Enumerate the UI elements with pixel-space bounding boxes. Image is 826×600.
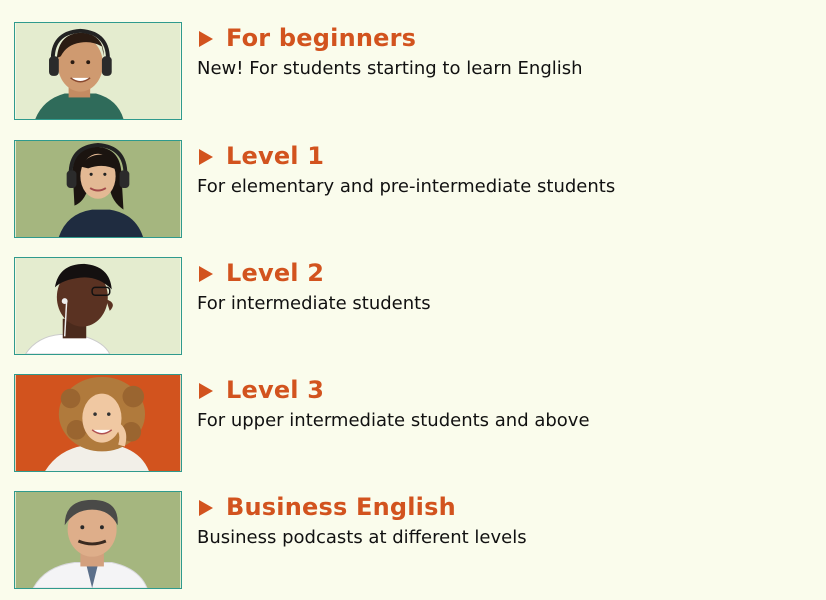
business-english-title-text[interactable]: Business English	[226, 493, 456, 521]
level-2-title[interactable]: Level 2	[199, 259, 324, 287]
level-item-beginners[interactable]: For beginners New! For students starting…	[14, 22, 814, 122]
level-2-description: For intermediate students	[197, 293, 431, 314]
play-arrow-icon	[199, 265, 213, 282]
business-english-description: Business podcasts at different levels	[197, 527, 527, 548]
business-english-title[interactable]: Business English	[199, 493, 456, 521]
level-1-title[interactable]: Level 1	[199, 142, 324, 170]
level-1-title-text[interactable]: Level 1	[226, 142, 324, 170]
level-1-description: For elementary and pre-intermediate stud…	[197, 176, 616, 197]
level-1-thumbnail[interactable]	[14, 140, 182, 238]
beginners-title-text[interactable]: For beginners	[226, 24, 416, 52]
level-2-title-text[interactable]: Level 2	[226, 259, 324, 287]
level-1-photo	[15, 141, 181, 237]
level-item-level-2[interactable]: Level 2 For intermediate students	[14, 257, 814, 357]
play-arrow-icon	[199, 499, 213, 516]
level-2-photo	[15, 258, 181, 354]
beginners-title[interactable]: For beginners	[199, 24, 416, 52]
business-english-thumbnail[interactable]	[14, 491, 182, 589]
level-item-level-1[interactable]: Level 1 For elementary and pre-intermedi…	[14, 140, 814, 240]
level-3-photo	[15, 375, 181, 471]
level-3-title-text[interactable]: Level 3	[226, 376, 324, 404]
play-arrow-icon	[199, 30, 213, 47]
business-english-photo	[15, 492, 181, 588]
level-3-description: For upper intermediate students and abov…	[197, 410, 590, 431]
level-item-business-english[interactable]: Business English Business podcasts at di…	[14, 491, 814, 591]
play-arrow-icon	[199, 382, 213, 399]
play-arrow-icon	[199, 148, 213, 165]
level-item-level-3[interactable]: Level 3 For upper intermediate students …	[14, 374, 814, 474]
beginners-description: New! For students starting to learn Engl…	[197, 58, 583, 79]
level-2-thumbnail[interactable]	[14, 257, 182, 355]
beginners-thumbnail[interactable]	[14, 22, 182, 120]
level-3-thumbnail[interactable]	[14, 374, 182, 472]
level-list: For beginners New! For students starting…	[0, 0, 826, 600]
beginners-photo	[15, 23, 181, 119]
level-3-title[interactable]: Level 3	[199, 376, 324, 404]
